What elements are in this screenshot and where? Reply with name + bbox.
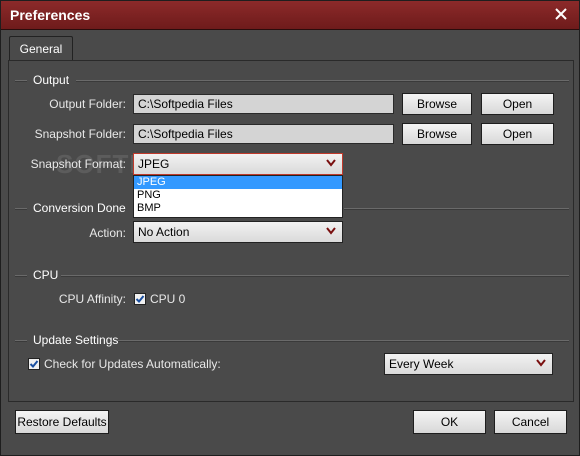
format-option-jpeg[interactable]: JPEG <box>134 176 342 189</box>
output-divider-left <box>15 80 27 82</box>
format-option-bmp[interactable]: BMP <box>134 202 342 215</box>
close-button[interactable] <box>551 4 571 24</box>
snapshot-folder-label: Snapshot Folder: <box>34 127 126 141</box>
cpu-divider <box>61 275 569 277</box>
output-open-button[interactable]: Open <box>481 93 554 115</box>
check-updates-label: Check for Updates Automatically: <box>44 357 221 371</box>
output-folder-field[interactable] <box>133 94 394 114</box>
update-divider-left <box>15 340 27 342</box>
window-title: Preferences <box>10 7 91 23</box>
chevron-down-icon <box>326 159 336 167</box>
cpu0-label: CPU 0 <box>150 292 186 306</box>
cpu-affinity-label: CPU Affinity: <box>58 292 126 306</box>
snapshot-format-select[interactable]: JPEG <box>133 153 343 175</box>
output-browse-button[interactable]: Browse <box>402 93 472 115</box>
checkmark-icon <box>29 360 39 368</box>
action-label: Action: <box>89 226 126 240</box>
snapshot-format-value: JPEG <box>138 157 170 171</box>
title-bar: Preferences <box>1 1 579 30</box>
update-section-label: Update Settings <box>33 333 119 347</box>
conversion-divider-left <box>15 208 27 210</box>
action-select[interactable]: No Action <box>133 221 343 243</box>
cpu-section-label: CPU <box>33 268 59 282</box>
checkmark-icon <box>135 295 145 303</box>
snapshot-folder-field[interactable] <box>133 124 394 144</box>
update-frequency-value: Every Week <box>389 357 454 371</box>
snapshot-format-label: Snapshot Format: <box>30 157 126 171</box>
conversion-divider <box>344 208 569 210</box>
chevron-down-icon <box>326 227 336 235</box>
action-value: No Action <box>138 225 190 239</box>
update-frequency-select[interactable]: Every Week <box>384 353 553 375</box>
snapshot-open-button[interactable]: Open <box>481 123 554 145</box>
preferences-window: Preferences General Output Output Folder… <box>0 0 580 456</box>
tab-general[interactable]: General <box>9 36 73 61</box>
output-folder-label: Output Folder: <box>49 97 126 111</box>
close-icon <box>555 8 567 20</box>
snapshot-format-dropdown: JPEG PNG BMP <box>133 175 343 218</box>
snapshot-browse-button[interactable]: Browse <box>402 123 472 145</box>
format-option-png[interactable]: PNG <box>134 189 342 202</box>
chevron-down-icon <box>536 359 546 367</box>
tab-strip: General <box>7 34 573 61</box>
output-section-label: Output <box>33 73 70 87</box>
ok-button[interactable]: OK <box>413 410 486 434</box>
conversion-section-label: Conversion Done <box>33 201 126 215</box>
update-divider <box>118 340 569 342</box>
check-updates-checkbox[interactable] <box>28 358 40 370</box>
cancel-button[interactable]: Cancel <box>494 410 567 434</box>
cpu-divider-left <box>15 275 27 277</box>
output-divider <box>76 80 569 82</box>
cpu0-checkbox[interactable] <box>134 293 146 305</box>
restore-defaults-button[interactable]: Restore Defaults <box>15 410 109 434</box>
